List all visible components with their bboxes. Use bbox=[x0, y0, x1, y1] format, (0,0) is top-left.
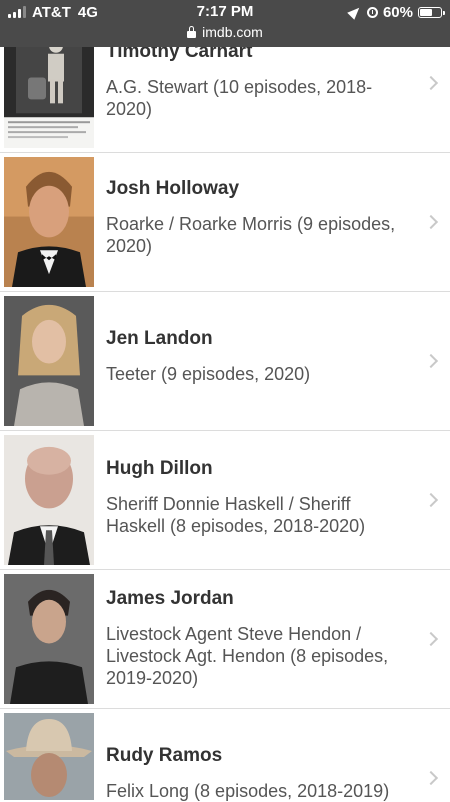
status-icons: 60% bbox=[347, 3, 445, 21]
character-role: Roarke / Roarke Morris (9 episodes, 2020… bbox=[106, 214, 396, 256]
cast-photo bbox=[4, 296, 94, 426]
cast-row-james-jordan[interactable]: James Jordan Livestock Agent Steve Hendo… bbox=[0, 570, 450, 709]
chevron-right-icon bbox=[423, 492, 439, 508]
chevron-right-icon bbox=[423, 75, 439, 91]
cast-info: Timothy Carhart A.G. Stewart (10 episode… bbox=[106, 40, 410, 120]
battery-percent: 60% bbox=[382, 3, 413, 21]
cast-row-jen-landon[interactable]: Jen Landon Teeter (9 episodes, 2020) bbox=[0, 292, 450, 431]
cast-photo bbox=[4, 435, 94, 565]
character-role: Teeter (9 episodes, 2020) bbox=[106, 364, 311, 384]
character-role: Felix Long (8 episodes, 2018-2019) bbox=[106, 781, 390, 801]
chevron-right-icon bbox=[423, 353, 439, 369]
actor-name: Josh Holloway bbox=[106, 178, 240, 199]
actor-name: Hugh Dillon bbox=[106, 458, 213, 479]
character-role: Livestock Agent Steve Hendon / Livestock… bbox=[106, 624, 389, 688]
character-role: Sheriff Donnie Haskell / Sheriff Haskell… bbox=[106, 494, 366, 536]
lock-icon bbox=[187, 25, 197, 38]
cast-photo bbox=[4, 574, 94, 704]
status-bar: AT&T 4G 7:17 PM 60% imdb.com bbox=[0, 0, 450, 47]
actor-name: Jen Landon bbox=[106, 328, 213, 349]
url-bar[interactable]: imdb.com bbox=[0, 22, 450, 42]
chevron-right-icon bbox=[423, 214, 439, 230]
cast-info: Josh Holloway Roarke / Roarke Morris (9 … bbox=[106, 177, 410, 257]
cast-info: Rudy Ramos Felix Long (8 episodes, 2018-… bbox=[106, 744, 410, 802]
cast-info: James Jordan Livestock Agent Steve Hendo… bbox=[106, 587, 410, 689]
chevron-right-icon bbox=[423, 770, 439, 786]
cast-photo bbox=[4, 713, 94, 800]
battery-icon bbox=[418, 6, 445, 18]
cast-row-josh-holloway[interactable]: Josh Holloway Roarke / Roarke Morris (9 … bbox=[0, 153, 450, 292]
chevron-right-icon bbox=[423, 631, 439, 647]
alarm-icon bbox=[366, 6, 378, 18]
cast-info: Jen Landon Teeter (9 episodes, 2020) bbox=[106, 327, 410, 385]
cast-photo bbox=[4, 157, 94, 287]
cast-info: Hugh Dillon Sheriff Donnie Haskell / She… bbox=[106, 457, 410, 537]
character-role: A.G. Stewart (10 episodes, 2018-2020) bbox=[106, 77, 373, 119]
cast-row-hugh-dillon[interactable]: Hugh Dillon Sheriff Donnie Haskell / She… bbox=[0, 431, 450, 570]
cast-row-rudy-ramos[interactable]: Rudy Ramos Felix Long (8 episodes, 2018-… bbox=[0, 709, 450, 802]
location-arrow-icon bbox=[347, 4, 363, 20]
actor-name: Rudy Ramos bbox=[106, 745, 223, 766]
actor-name: James Jordan bbox=[106, 588, 234, 609]
url-text: imdb.com bbox=[202, 24, 263, 40]
